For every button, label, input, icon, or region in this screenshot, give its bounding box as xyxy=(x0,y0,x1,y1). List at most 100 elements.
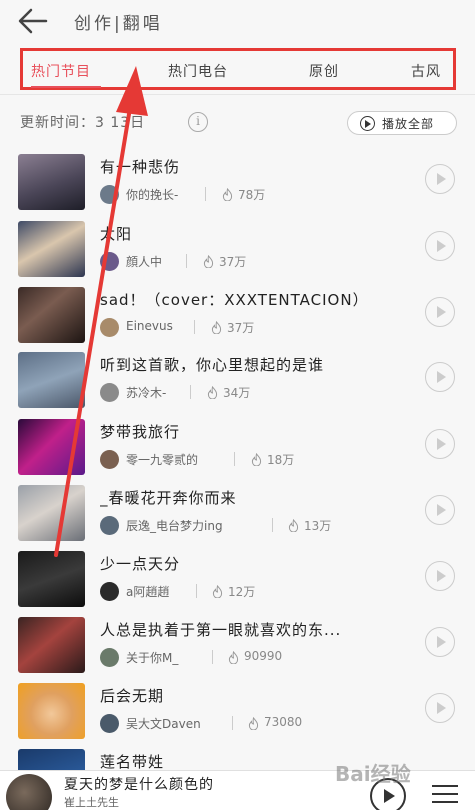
list-item[interactable]: 梦带我旅行 零一九零贰的 18万 xyxy=(0,419,475,485)
song-cover-image xyxy=(18,154,85,210)
divider xyxy=(212,650,213,664)
list-item[interactable]: sad！（cover：XXXTENTACION） Einevus 37万 xyxy=(0,287,475,353)
play-all-button[interactable]: 播放全部 xyxy=(347,111,457,135)
play-count: 78万 xyxy=(238,188,266,202)
flame-icon xyxy=(203,255,214,268)
play-button[interactable] xyxy=(425,231,455,261)
flame-icon xyxy=(288,519,299,532)
artist-name: 吴大文Daven xyxy=(126,717,201,731)
flame-icon xyxy=(248,717,259,730)
artist-name: 零一九零贰的 xyxy=(126,453,199,467)
list-item[interactable]: 有一种悲伤 你的挽长- 78万 xyxy=(0,154,475,220)
avatar xyxy=(100,516,119,535)
play-count: 34万 xyxy=(223,386,251,400)
play-count: 18万 xyxy=(267,453,295,467)
play-count: 90990 xyxy=(244,649,283,663)
play-button[interactable] xyxy=(425,297,455,327)
playlist-icon[interactable] xyxy=(432,785,458,807)
artist-name: Einevus xyxy=(126,319,173,333)
divider xyxy=(190,385,191,399)
song-title: 人总是执着于第一眼就喜欢的东... xyxy=(100,621,342,639)
active-tab-indicator xyxy=(31,86,101,88)
song-title: 太阳 xyxy=(100,225,133,243)
divider xyxy=(234,452,235,466)
play-button[interactable] xyxy=(425,627,455,657)
flame-icon xyxy=(207,386,218,399)
song-cover-image xyxy=(18,617,85,673)
play-circle-icon xyxy=(360,116,375,131)
play-button[interactable] xyxy=(425,495,455,525)
list-item[interactable]: 太阳 顔人中 37万 xyxy=(0,221,475,287)
now-playing-title: 夏天的梦是什么颜色的 xyxy=(64,777,214,793)
divider xyxy=(196,584,197,598)
song-cover-image xyxy=(18,221,85,277)
update-time: 更新时间：3 13日 xyxy=(20,115,146,131)
artist-name: 关于你M_ xyxy=(126,651,179,665)
divider xyxy=(272,518,273,532)
play-count: 12万 xyxy=(228,585,256,599)
back-arrow-icon[interactable] xyxy=(16,6,50,36)
song-cover-image xyxy=(18,485,85,541)
play-all-label: 播放全部 xyxy=(382,117,435,131)
song-title: _春暖花开奔你而来 xyxy=(100,489,237,507)
artist-name: 你的挽长- xyxy=(126,188,179,202)
song-title: 听到这首歌，你心里想起的是谁 xyxy=(100,356,325,374)
list-item[interactable]: 听到这首歌，你心里想起的是谁 苏冷木- 34万 xyxy=(0,352,475,418)
play-count: 13万 xyxy=(304,519,332,533)
list-item[interactable]: _春暖花开奔你而来 辰逸_电台梦力ing 13万 xyxy=(0,485,475,551)
song-cover-image xyxy=(18,352,85,408)
list-item[interactable]: 后会无期 吴大文Daven 73080 xyxy=(0,683,475,749)
play-button[interactable] xyxy=(425,429,455,459)
song-cover-image xyxy=(18,287,85,343)
song-title: 梦带我旅行 xyxy=(100,423,181,441)
list-item[interactable]: 人总是执着于第一眼就喜欢的东... 关于你M_ 90990 xyxy=(0,617,475,683)
song-title: 有一种悲伤 xyxy=(100,158,181,176)
play-count: 37万 xyxy=(219,255,247,269)
artist-name: a阿趙趙 xyxy=(126,585,170,599)
flame-icon xyxy=(211,321,222,334)
play-button[interactable] xyxy=(425,561,455,591)
avatar xyxy=(100,252,119,271)
list-item[interactable]: 少一点天分 a阿趙趙 12万 xyxy=(0,551,475,617)
song-title: 后会无期 xyxy=(100,687,165,705)
song-cover-image xyxy=(18,683,85,739)
song-title: sad！（cover：XXXTENTACION） xyxy=(100,291,369,309)
watermark-text: Bai经验 xyxy=(335,762,411,786)
flame-icon xyxy=(212,585,223,598)
avatar xyxy=(100,185,119,204)
flame-icon xyxy=(228,651,239,664)
tab-hot-programs[interactable]: 热门节目 xyxy=(31,61,91,81)
song-cover-image xyxy=(18,419,85,475)
tab-ancient-style[interactable]: 古风 xyxy=(411,61,441,81)
avatar xyxy=(100,582,119,601)
avatar xyxy=(100,714,119,733)
play-button[interactable] xyxy=(425,693,455,723)
play-count: 73080 xyxy=(264,715,303,729)
artist-name: 顔人中 xyxy=(126,255,163,269)
song-title: 少一点天分 xyxy=(100,555,181,573)
avatar xyxy=(100,648,119,667)
divider xyxy=(194,320,195,334)
now-playing-cover[interactable] xyxy=(6,774,52,810)
flame-icon xyxy=(251,453,262,466)
divider xyxy=(232,716,233,730)
category-tabs: 热门节目 热门电台 原创 古风 xyxy=(20,48,456,90)
play-button[interactable] xyxy=(425,362,455,392)
song-cover-image xyxy=(18,551,85,607)
play-button[interactable] xyxy=(425,164,455,194)
tab-original[interactable]: 原创 xyxy=(309,61,339,81)
avatar xyxy=(100,383,119,402)
header: 创作|翻唱 xyxy=(0,0,475,42)
avatar xyxy=(100,450,119,469)
page-title: 创作|翻唱 xyxy=(74,14,163,34)
play-count: 37万 xyxy=(227,321,255,335)
divider xyxy=(205,187,206,201)
avatar xyxy=(100,318,119,337)
flame-icon xyxy=(222,188,233,201)
info-icon[interactable]: i xyxy=(188,112,208,132)
artist-name: 辰逸_电台梦力ing xyxy=(126,519,223,533)
now-playing-artist: 崔上土先生 xyxy=(64,796,119,809)
tab-hot-radio[interactable]: 热门电台 xyxy=(168,61,228,81)
artist-name: 苏冷木- xyxy=(126,386,167,400)
divider xyxy=(0,94,475,95)
